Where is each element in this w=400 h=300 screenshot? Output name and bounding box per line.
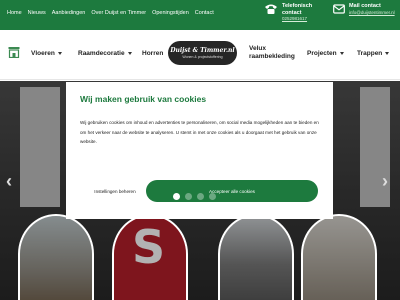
category-thumb-raamdecoratie[interactable]: [218, 214, 294, 300]
thumb-shade: [114, 216, 186, 300]
top-link-aanbiedingen[interactable]: Aanbiedingen: [52, 10, 86, 16]
logo-tagline: Wonen & projectstoffering: [182, 54, 223, 59]
phone-contact[interactable]: Telefonisch contact 0252981617: [264, 3, 312, 22]
logo-name: Duijst & Timmer.nl: [170, 46, 235, 54]
nav-raamdecoratie-label: Raamdecoratie: [78, 50, 125, 57]
chevron-down-icon: [127, 52, 132, 55]
mail-icon: [333, 4, 345, 14]
slider-dot[interactable]: [209, 193, 216, 200]
phone-icon: [265, 4, 277, 14]
slider-dot[interactable]: [185, 193, 192, 200]
slider-dot[interactable]: [173, 193, 180, 200]
category-thumb-projecten[interactable]: [301, 214, 377, 300]
cookie-title: Wij maken gebruik van cookies: [80, 94, 207, 104]
phone-number[interactable]: 0252981617: [282, 16, 312, 22]
nav-horren[interactable]: Horren: [142, 50, 163, 57]
mail-address[interactable]: info@duijstentimmer.nl: [349, 10, 395, 16]
chevron-down-icon: [57, 52, 62, 55]
nav-horren-label: Horren: [142, 50, 164, 57]
thumb-shade: [303, 216, 375, 300]
top-link-over[interactable]: Over Duijst en Timmer: [91, 10, 146, 16]
slider-dot[interactable]: [197, 193, 204, 200]
nav-velux-label-1: Velux: [249, 45, 266, 52]
top-link-openingstijden[interactable]: Openingstijden: [152, 10, 189, 16]
site-logo[interactable]: Duijst & Timmer.nl Wonen & projectstoffe…: [168, 41, 237, 65]
nav-trappen[interactable]: Trappen: [357, 50, 390, 57]
accept-all-cookies-button[interactable]: Accepteer alle cookies: [146, 180, 318, 202]
nav-velux[interactable]: Velux raambekleding: [249, 45, 295, 60]
chevron-left-icon[interactable]: ‹: [6, 172, 12, 190]
nav-vloeren[interactable]: Vloeren: [31, 50, 62, 57]
chevron-down-icon: [385, 52, 390, 55]
mail-contact[interactable]: Mail contact info@duijstentimmer.nl: [333, 3, 395, 16]
top-link-contact[interactable]: Contact: [195, 10, 214, 16]
nav-velux-label-2: raambekleding: [249, 53, 295, 60]
nav-raamdecoratie[interactable]: Raamdecoratie: [78, 50, 132, 57]
manage-settings-button[interactable]: Instellingen beheren: [74, 180, 156, 202]
top-bar: Home Nieuws Aanbiedingen Over Duijst en …: [0, 0, 400, 30]
nav-trappen-label: Trappen: [357, 50, 383, 57]
chevron-down-icon: [339, 52, 344, 55]
thumb-shade: [20, 216, 92, 300]
top-link-home[interactable]: Home: [7, 10, 22, 16]
nav-projecten-label: Projecten: [307, 50, 337, 57]
thumb-shade: [220, 216, 292, 300]
category-thumb-brand[interactable]: S: [112, 214, 188, 300]
category-thumb-vloeren[interactable]: [18, 214, 94, 300]
slider-dots: [173, 193, 216, 200]
cookie-description: Wij gebruiken cookies om inhoud en adver…: [80, 120, 319, 145]
top-navigation: Home Nieuws Aanbiedingen Over Duijst en …: [7, 10, 214, 16]
top-link-nieuws[interactable]: Nieuws: [28, 10, 46, 16]
nav-vloeren-label: Vloeren: [31, 50, 55, 57]
home-icon[interactable]: [8, 46, 20, 58]
nav-projecten[interactable]: Projecten: [307, 50, 344, 57]
chevron-right-icon[interactable]: ›: [382, 172, 388, 190]
